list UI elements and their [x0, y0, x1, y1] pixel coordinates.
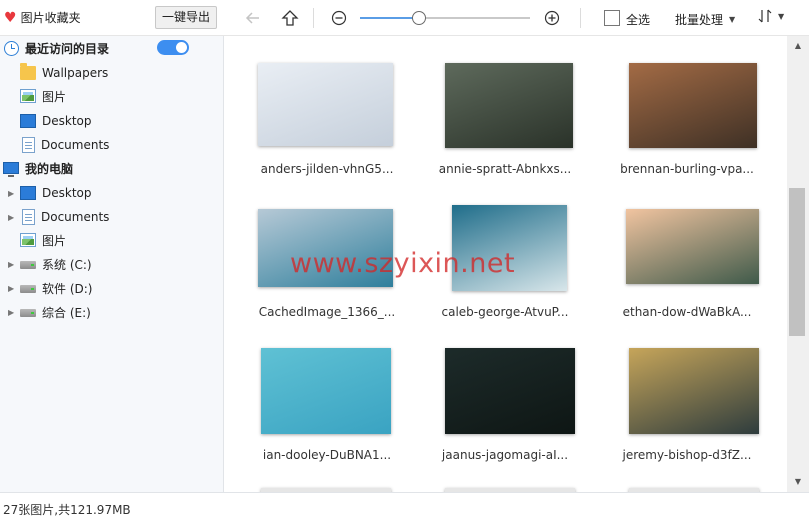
- clock-icon: [4, 40, 19, 56]
- my-computer-label: 我的电脑: [25, 161, 74, 176]
- scrollbar-thumb[interactable]: [789, 188, 805, 336]
- sidebar-item-label: 系统 (C:): [42, 257, 92, 272]
- app-title: ♥ 图片收藏夹: [4, 9, 81, 26]
- desktop-icon: [20, 114, 36, 128]
- image-thumbnail[interactable]: [629, 63, 757, 148]
- my-computer-header[interactable]: 我的电脑: [3, 157, 73, 179]
- zoom-slider-fill: [360, 17, 420, 19]
- select-all-label[interactable]: 全选: [626, 11, 650, 28]
- sidebar-item-drive-e[interactable]: ▶ 综合 (E:): [8, 301, 91, 323]
- sidebar-item-label: Documents: [41, 210, 110, 224]
- chevron-down-icon: ▼: [729, 15, 736, 24]
- toolbar-divider: [313, 8, 314, 28]
- status-text: 27张图片,共121.97MB: [3, 503, 131, 517]
- sidebar-item-pictures[interactable]: 图片: [20, 85, 66, 107]
- sidebar-item-label: Documents: [41, 138, 110, 152]
- sort-dropdown[interactable]: ▼: [758, 9, 784, 23]
- status-bar: 27张图片,共121.97MB: [0, 492, 809, 521]
- back-arrow-icon[interactable]: [242, 7, 264, 29]
- recent-dirs-toggle[interactable]: [157, 40, 189, 55]
- drive-icon: [20, 285, 36, 293]
- image-filename: ethan-dow-dWaBkA...: [622, 305, 752, 319]
- sidebar-item-documents[interactable]: Documents: [22, 134, 109, 156]
- chevron-right-icon[interactable]: ▶: [8, 260, 16, 269]
- image-thumbnail[interactable]: [445, 63, 573, 148]
- zoom-out-icon[interactable]: [328, 7, 350, 29]
- sidebar-item-desktop[interactable]: ▶ Desktop: [8, 182, 92, 204]
- image-thumbnail[interactable]: [258, 209, 393, 287]
- chevron-right-icon[interactable]: ▶: [8, 189, 16, 198]
- sidebar-item-label: Desktop: [42, 186, 92, 200]
- zoom-slider-track[interactable]: [360, 17, 530, 19]
- image-filename: anders-jilden-vhnG5...: [260, 162, 394, 176]
- image-thumbnail[interactable]: [258, 63, 393, 146]
- sidebar-item-label: Wallpapers: [42, 66, 109, 80]
- scroll-down-arrow-icon[interactable]: ▼: [787, 474, 809, 490]
- chevron-right-icon[interactable]: ▶: [8, 213, 16, 222]
- image-thumbnail[interactable]: [452, 205, 567, 291]
- chevron-down-icon: ▼: [778, 11, 785, 21]
- image-filename: CachedImage_1366_...: [258, 305, 396, 319]
- sidebar-item-drive-c[interactable]: ▶ 系统 (C:): [8, 253, 92, 275]
- sidebar-item-wallpapers[interactable]: Wallpapers: [20, 62, 108, 84]
- desktop-icon: [20, 186, 36, 200]
- pictures-icon: [20, 233, 36, 247]
- image-filename: jaanus-jagomagi-aI...: [441, 448, 569, 462]
- heart-icon: ♥: [4, 9, 17, 26]
- recent-dirs-header[interactable]: 最近访问的目录: [4, 37, 109, 59]
- sidebar-item-pictures[interactable]: 图片: [20, 229, 66, 251]
- folder-icon: [20, 63, 36, 80]
- chevron-right-icon[interactable]: ▶: [8, 284, 16, 293]
- sidebar-item-label: 软件 (D:): [42, 281, 93, 296]
- up-directory-icon[interactable]: [279, 7, 301, 29]
- computer-icon: [3, 162, 19, 177]
- image-filename: brennan-burling-vpa...: [620, 162, 754, 176]
- app-title-text: 图片收藏夹: [20, 11, 81, 25]
- image-thumbnail[interactable]: [261, 348, 391, 434]
- select-all-checkbox[interactable]: [604, 10, 620, 26]
- documents-icon: [22, 137, 35, 153]
- image-gallery: anders-jilden-vhnG5... annie-spratt-Abnk…: [225, 36, 787, 492]
- zoom-slider-thumb[interactable]: [412, 11, 426, 25]
- toolbar: ♥ 图片收藏夹 一键导出 全选 批量处理 ▼ ▼: [0, 0, 809, 36]
- chevron-right-icon[interactable]: ▶: [8, 308, 16, 317]
- sidebar-item-label: 图片: [42, 89, 67, 104]
- sort-arrows-icon: [758, 9, 772, 23]
- image-filename: ian-dooley-DuBNA1...: [262, 448, 392, 462]
- scroll-up-arrow-icon[interactable]: ▲: [787, 38, 809, 54]
- export-button[interactable]: 一键导出: [155, 6, 217, 29]
- drive-icon: [20, 309, 36, 317]
- batch-process-dropdown[interactable]: 批量处理 ▼: [675, 11, 735, 28]
- sidebar-item-drive-d[interactable]: ▶ 软件 (D:): [8, 277, 92, 299]
- sidebar-item-desktop[interactable]: Desktop: [20, 110, 92, 132]
- sidebar-item-documents[interactable]: ▶ Documents: [8, 206, 109, 228]
- recent-dirs-label: 最近访问的目录: [25, 41, 110, 56]
- image-thumbnail[interactable]: [626, 209, 759, 284]
- sidebar: 最近访问的目录 Wallpapers 图片 Desktop Documents …: [0, 36, 224, 492]
- batch-process-label: 批量处理: [675, 13, 724, 27]
- vertical-scrollbar[interactable]: ▲ ▼: [787, 36, 809, 492]
- sidebar-item-label: 综合 (E:): [42, 305, 91, 320]
- image-filename: jeremy-bishop-d3fZ...: [622, 448, 752, 462]
- drive-icon: [20, 261, 36, 269]
- image-filename: annie-spratt-Abnkxs...: [438, 162, 572, 176]
- image-thumbnail[interactable]: [445, 348, 575, 434]
- toolbar-divider: [580, 8, 581, 28]
- sidebar-item-label: Desktop: [42, 114, 92, 128]
- image-filename: caleb-george-AtvuP...: [441, 305, 569, 319]
- image-thumbnail[interactable]: [629, 348, 759, 434]
- zoom-in-icon[interactable]: [541, 7, 563, 29]
- documents-icon: [22, 209, 35, 225]
- pictures-icon: [20, 89, 36, 103]
- sidebar-item-label: 图片: [42, 233, 67, 248]
